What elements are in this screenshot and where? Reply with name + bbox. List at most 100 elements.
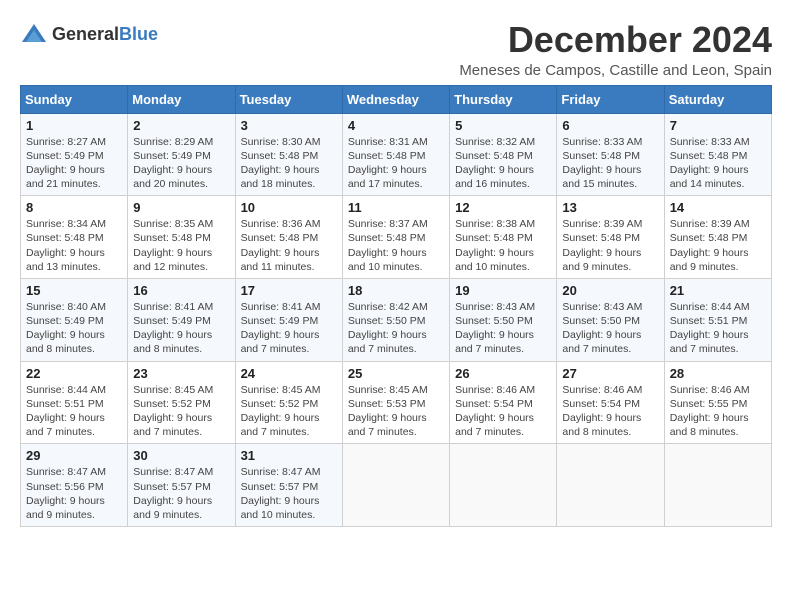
calendar-cell: 15 Sunrise: 8:40 AM Sunset: 5:49 PM Dayl… [21, 278, 128, 361]
header-monday: Monday [128, 85, 235, 113]
day-number: 10 [241, 200, 337, 215]
day-info: Sunrise: 8:44 AM Sunset: 5:51 PM Dayligh… [26, 383, 122, 440]
day-number: 25 [348, 366, 444, 381]
day-info: Sunrise: 8:37 AM Sunset: 5:48 PM Dayligh… [348, 217, 444, 274]
calendar-cell: 27 Sunrise: 8:46 AM Sunset: 5:54 PM Dayl… [557, 361, 664, 444]
calendar-cell: 4 Sunrise: 8:31 AM Sunset: 5:48 PM Dayli… [342, 113, 449, 196]
calendar-cell: 29 Sunrise: 8:47 AM Sunset: 5:56 PM Dayl… [21, 444, 128, 527]
day-number: 28 [670, 366, 766, 381]
day-info: Sunrise: 8:29 AM Sunset: 5:49 PM Dayligh… [133, 135, 229, 192]
calendar-week-5: 29 Sunrise: 8:47 AM Sunset: 5:56 PM Dayl… [21, 444, 772, 527]
day-info: Sunrise: 8:43 AM Sunset: 5:50 PM Dayligh… [562, 300, 658, 357]
day-number: 4 [348, 118, 444, 133]
day-info: Sunrise: 8:39 AM Sunset: 5:48 PM Dayligh… [670, 217, 766, 274]
calendar-cell: 26 Sunrise: 8:46 AM Sunset: 5:54 PM Dayl… [450, 361, 557, 444]
calendar-cell: 12 Sunrise: 8:38 AM Sunset: 5:48 PM Dayl… [450, 196, 557, 279]
day-info: Sunrise: 8:40 AM Sunset: 5:49 PM Dayligh… [26, 300, 122, 357]
day-number: 11 [348, 200, 444, 215]
calendar-cell: 30 Sunrise: 8:47 AM Sunset: 5:57 PM Dayl… [128, 444, 235, 527]
header-sunday: Sunday [21, 85, 128, 113]
calendar-week-4: 22 Sunrise: 8:44 AM Sunset: 5:51 PM Dayl… [21, 361, 772, 444]
calendar-cell: 21 Sunrise: 8:44 AM Sunset: 5:51 PM Dayl… [664, 278, 771, 361]
day-info: Sunrise: 8:45 AM Sunset: 5:53 PM Dayligh… [348, 383, 444, 440]
day-number: 29 [26, 448, 122, 463]
logo-icon [20, 20, 48, 48]
day-info: Sunrise: 8:27 AM Sunset: 5:49 PM Dayligh… [26, 135, 122, 192]
calendar-cell: 10 Sunrise: 8:36 AM Sunset: 5:48 PM Dayl… [235, 196, 342, 279]
calendar-cell [557, 444, 664, 527]
day-info: Sunrise: 8:45 AM Sunset: 5:52 PM Dayligh… [241, 383, 337, 440]
day-number: 3 [241, 118, 337, 133]
header-wednesday: Wednesday [342, 85, 449, 113]
calendar-cell: 19 Sunrise: 8:43 AM Sunset: 5:50 PM Dayl… [450, 278, 557, 361]
calendar-cell: 16 Sunrise: 8:41 AM Sunset: 5:49 PM Dayl… [128, 278, 235, 361]
day-info: Sunrise: 8:35 AM Sunset: 5:48 PM Dayligh… [133, 217, 229, 274]
day-info: Sunrise: 8:44 AM Sunset: 5:51 PM Dayligh… [670, 300, 766, 357]
day-info: Sunrise: 8:36 AM Sunset: 5:48 PM Dayligh… [241, 217, 337, 274]
day-info: Sunrise: 8:42 AM Sunset: 5:50 PM Dayligh… [348, 300, 444, 357]
day-info: Sunrise: 8:33 AM Sunset: 5:48 PM Dayligh… [670, 135, 766, 192]
calendar-cell: 7 Sunrise: 8:33 AM Sunset: 5:48 PM Dayli… [664, 113, 771, 196]
calendar-cell: 11 Sunrise: 8:37 AM Sunset: 5:48 PM Dayl… [342, 196, 449, 279]
calendar-cell: 6 Sunrise: 8:33 AM Sunset: 5:48 PM Dayli… [557, 113, 664, 196]
calendar-cell [342, 444, 449, 527]
main-title: December 2024 [459, 20, 772, 60]
day-number: 20 [562, 283, 658, 298]
day-info: Sunrise: 8:39 AM Sunset: 5:48 PM Dayligh… [562, 217, 658, 274]
calendar-cell: 9 Sunrise: 8:35 AM Sunset: 5:48 PM Dayli… [128, 196, 235, 279]
day-info: Sunrise: 8:33 AM Sunset: 5:48 PM Dayligh… [562, 135, 658, 192]
day-info: Sunrise: 8:46 AM Sunset: 5:54 PM Dayligh… [455, 383, 551, 440]
header: GeneralBlue December 2024 Meneses de Cam… [20, 20, 772, 79]
day-number: 16 [133, 283, 229, 298]
day-number: 5 [455, 118, 551, 133]
day-info: Sunrise: 8:34 AM Sunset: 5:48 PM Dayligh… [26, 217, 122, 274]
day-info: Sunrise: 8:38 AM Sunset: 5:48 PM Dayligh… [455, 217, 551, 274]
calendar-week-2: 8 Sunrise: 8:34 AM Sunset: 5:48 PM Dayli… [21, 196, 772, 279]
day-info: Sunrise: 8:47 AM Sunset: 5:57 PM Dayligh… [133, 465, 229, 522]
day-info: Sunrise: 8:41 AM Sunset: 5:49 PM Dayligh… [241, 300, 337, 357]
calendar-cell: 25 Sunrise: 8:45 AM Sunset: 5:53 PM Dayl… [342, 361, 449, 444]
day-number: 30 [133, 448, 229, 463]
calendar: SundayMondayTuesdayWednesdayThursdayFrid… [20, 85, 772, 527]
calendar-cell: 28 Sunrise: 8:46 AM Sunset: 5:55 PM Dayl… [664, 361, 771, 444]
day-number: 21 [670, 283, 766, 298]
day-info: Sunrise: 8:47 AM Sunset: 5:57 PM Dayligh… [241, 465, 337, 522]
title-area: December 2024 Meneses de Campos, Castill… [459, 20, 772, 79]
day-info: Sunrise: 8:45 AM Sunset: 5:52 PM Dayligh… [133, 383, 229, 440]
day-info: Sunrise: 8:31 AM Sunset: 5:48 PM Dayligh… [348, 135, 444, 192]
day-number: 9 [133, 200, 229, 215]
day-number: 14 [670, 200, 766, 215]
logo-text: GeneralBlue [52, 24, 158, 45]
logo: GeneralBlue [20, 20, 158, 48]
calendar-cell: 5 Sunrise: 8:32 AM Sunset: 5:48 PM Dayli… [450, 113, 557, 196]
calendar-cell: 8 Sunrise: 8:34 AM Sunset: 5:48 PM Dayli… [21, 196, 128, 279]
day-info: Sunrise: 8:46 AM Sunset: 5:55 PM Dayligh… [670, 383, 766, 440]
header-tuesday: Tuesday [235, 85, 342, 113]
calendar-cell: 3 Sunrise: 8:30 AM Sunset: 5:48 PM Dayli… [235, 113, 342, 196]
calendar-cell: 1 Sunrise: 8:27 AM Sunset: 5:49 PM Dayli… [21, 113, 128, 196]
calendar-cell: 20 Sunrise: 8:43 AM Sunset: 5:50 PM Dayl… [557, 278, 664, 361]
calendar-cell: 31 Sunrise: 8:47 AM Sunset: 5:57 PM Dayl… [235, 444, 342, 527]
day-info: Sunrise: 8:41 AM Sunset: 5:49 PM Dayligh… [133, 300, 229, 357]
calendar-cell: 23 Sunrise: 8:45 AM Sunset: 5:52 PM Dayl… [128, 361, 235, 444]
day-number: 27 [562, 366, 658, 381]
calendar-week-3: 15 Sunrise: 8:40 AM Sunset: 5:49 PM Dayl… [21, 278, 772, 361]
day-number: 24 [241, 366, 337, 381]
calendar-cell: 13 Sunrise: 8:39 AM Sunset: 5:48 PM Dayl… [557, 196, 664, 279]
calendar-cell: 24 Sunrise: 8:45 AM Sunset: 5:52 PM Dayl… [235, 361, 342, 444]
subtitle: Meneses de Campos, Castille and Leon, Sp… [459, 62, 772, 79]
day-info: Sunrise: 8:30 AM Sunset: 5:48 PM Dayligh… [241, 135, 337, 192]
calendar-cell [664, 444, 771, 527]
day-info: Sunrise: 8:32 AM Sunset: 5:48 PM Dayligh… [455, 135, 551, 192]
calendar-header-row: SundayMondayTuesdayWednesdayThursdayFrid… [21, 85, 772, 113]
day-number: 22 [26, 366, 122, 381]
day-number: 18 [348, 283, 444, 298]
day-number: 1 [26, 118, 122, 133]
day-number: 6 [562, 118, 658, 133]
day-info: Sunrise: 8:46 AM Sunset: 5:54 PM Dayligh… [562, 383, 658, 440]
day-number: 7 [670, 118, 766, 133]
header-thursday: Thursday [450, 85, 557, 113]
day-number: 26 [455, 366, 551, 381]
calendar-cell: 2 Sunrise: 8:29 AM Sunset: 5:49 PM Dayli… [128, 113, 235, 196]
calendar-cell: 17 Sunrise: 8:41 AM Sunset: 5:49 PM Dayl… [235, 278, 342, 361]
